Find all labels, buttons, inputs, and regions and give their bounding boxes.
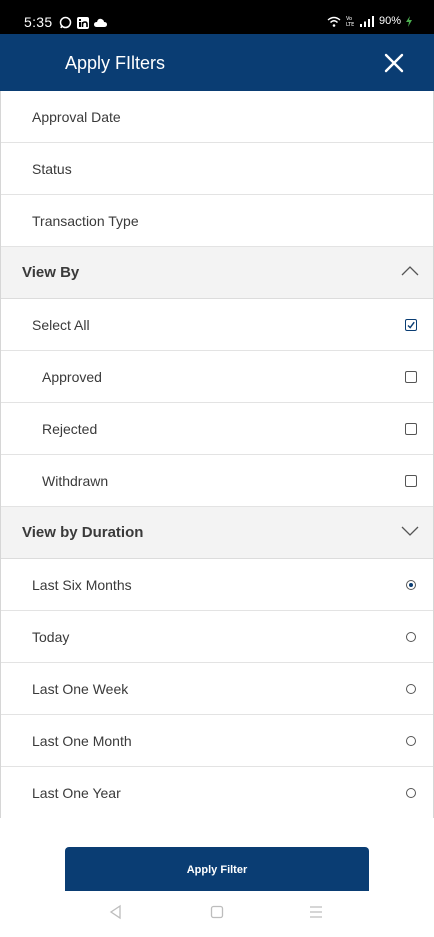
duration-last-one-year-label: Last One Year	[32, 784, 121, 801]
today-radio[interactable]	[406, 632, 416, 642]
recents-icon[interactable]	[308, 904, 324, 920]
approved-checkbox[interactable]	[405, 371, 417, 383]
check-icon	[407, 321, 415, 329]
last-one-month-radio[interactable]	[406, 736, 416, 746]
duration-last-six-months[interactable]: Last Six Months	[1, 559, 433, 611]
home-icon[interactable]	[209, 904, 225, 920]
linkedin-icon	[77, 16, 89, 29]
view-by-approved[interactable]: Approved	[1, 351, 433, 403]
page-title: Apply FIlters	[65, 53, 166, 73]
section-view-by[interactable]: View By	[1, 247, 433, 299]
view-by-withdrawn-label: Withdrawn	[42, 472, 109, 489]
view-by-select-all[interactable]: Select All	[1, 299, 433, 351]
view-by-rejected[interactable]: Rejected	[1, 403, 433, 455]
duration-last-one-week[interactable]: Last One Week	[1, 663, 433, 715]
status-time: 5:35	[24, 14, 53, 30]
view-by-approved-label: Approved	[42, 368, 102, 385]
view-by-rejected-label: Rejected	[42, 420, 98, 437]
section-view-by-duration[interactable]: View by Duration	[1, 507, 433, 559]
duration-last-one-month-label: Last One Month	[32, 732, 132, 749]
duration-last-one-week-label: Last One Week	[32, 680, 129, 697]
footer: Apply Filter	[0, 818, 434, 937]
battery-percent: 90%	[378, 15, 401, 27]
section-view-by-duration-label: View by Duration	[22, 524, 144, 541]
cloud-icon	[94, 18, 107, 27]
view-by-select-all-label: Select All	[32, 316, 90, 333]
wifi-icon	[327, 16, 341, 27]
filter-approval-date-label: Approval Date	[32, 108, 121, 125]
filter-approval-date[interactable]: Approval Date	[1, 91, 433, 143]
system-nav-bar	[0, 891, 434, 937]
duration-last-six-months-label: Last Six Months	[32, 576, 132, 593]
back-icon[interactable]	[108, 904, 124, 920]
select-all-checkbox[interactable]	[405, 319, 417, 331]
last-one-week-radio[interactable]	[406, 684, 416, 694]
duration-last-one-year[interactable]: Last One Year	[1, 767, 433, 819]
whatsapp-icon	[59, 16, 72, 29]
section-view-by-label: View By	[22, 264, 80, 281]
last-one-year-radio[interactable]	[406, 788, 416, 798]
filter-status-label: Status	[32, 160, 72, 177]
close-icon[interactable]	[384, 53, 404, 73]
view-by-withdrawn[interactable]: Withdrawn	[1, 455, 433, 507]
filter-status[interactable]: Status	[1, 143, 433, 195]
duration-today[interactable]: Today	[1, 611, 433, 663]
duration-last-one-month[interactable]: Last One Month	[1, 715, 433, 767]
filter-header: Apply FIlters	[0, 34, 434, 91]
status-bar: 5:35 Vo LTE 90%	[0, 0, 434, 34]
filter-transaction-type[interactable]: Transaction Type	[1, 195, 433, 247]
chevron-up-icon	[401, 266, 419, 276]
withdrawn-checkbox[interactable]	[405, 475, 417, 487]
last-six-months-radio[interactable]	[406, 580, 416, 590]
rejected-checkbox[interactable]	[405, 423, 417, 435]
filter-list: Approval Date Status Transaction Type Vi…	[0, 91, 434, 819]
filter-transaction-type-label: Transaction Type	[32, 212, 139, 229]
signal-icon	[359, 15, 374, 27]
battery-charging-icon	[406, 15, 412, 27]
duration-today-label: Today	[32, 628, 70, 645]
chevron-down-icon	[401, 526, 419, 536]
volte-icon: VoLTE	[346, 16, 354, 27]
apply-filter-button[interactable]: Apply Filter	[65, 847, 369, 892]
svg-text:LTE: LTE	[346, 22, 354, 27]
